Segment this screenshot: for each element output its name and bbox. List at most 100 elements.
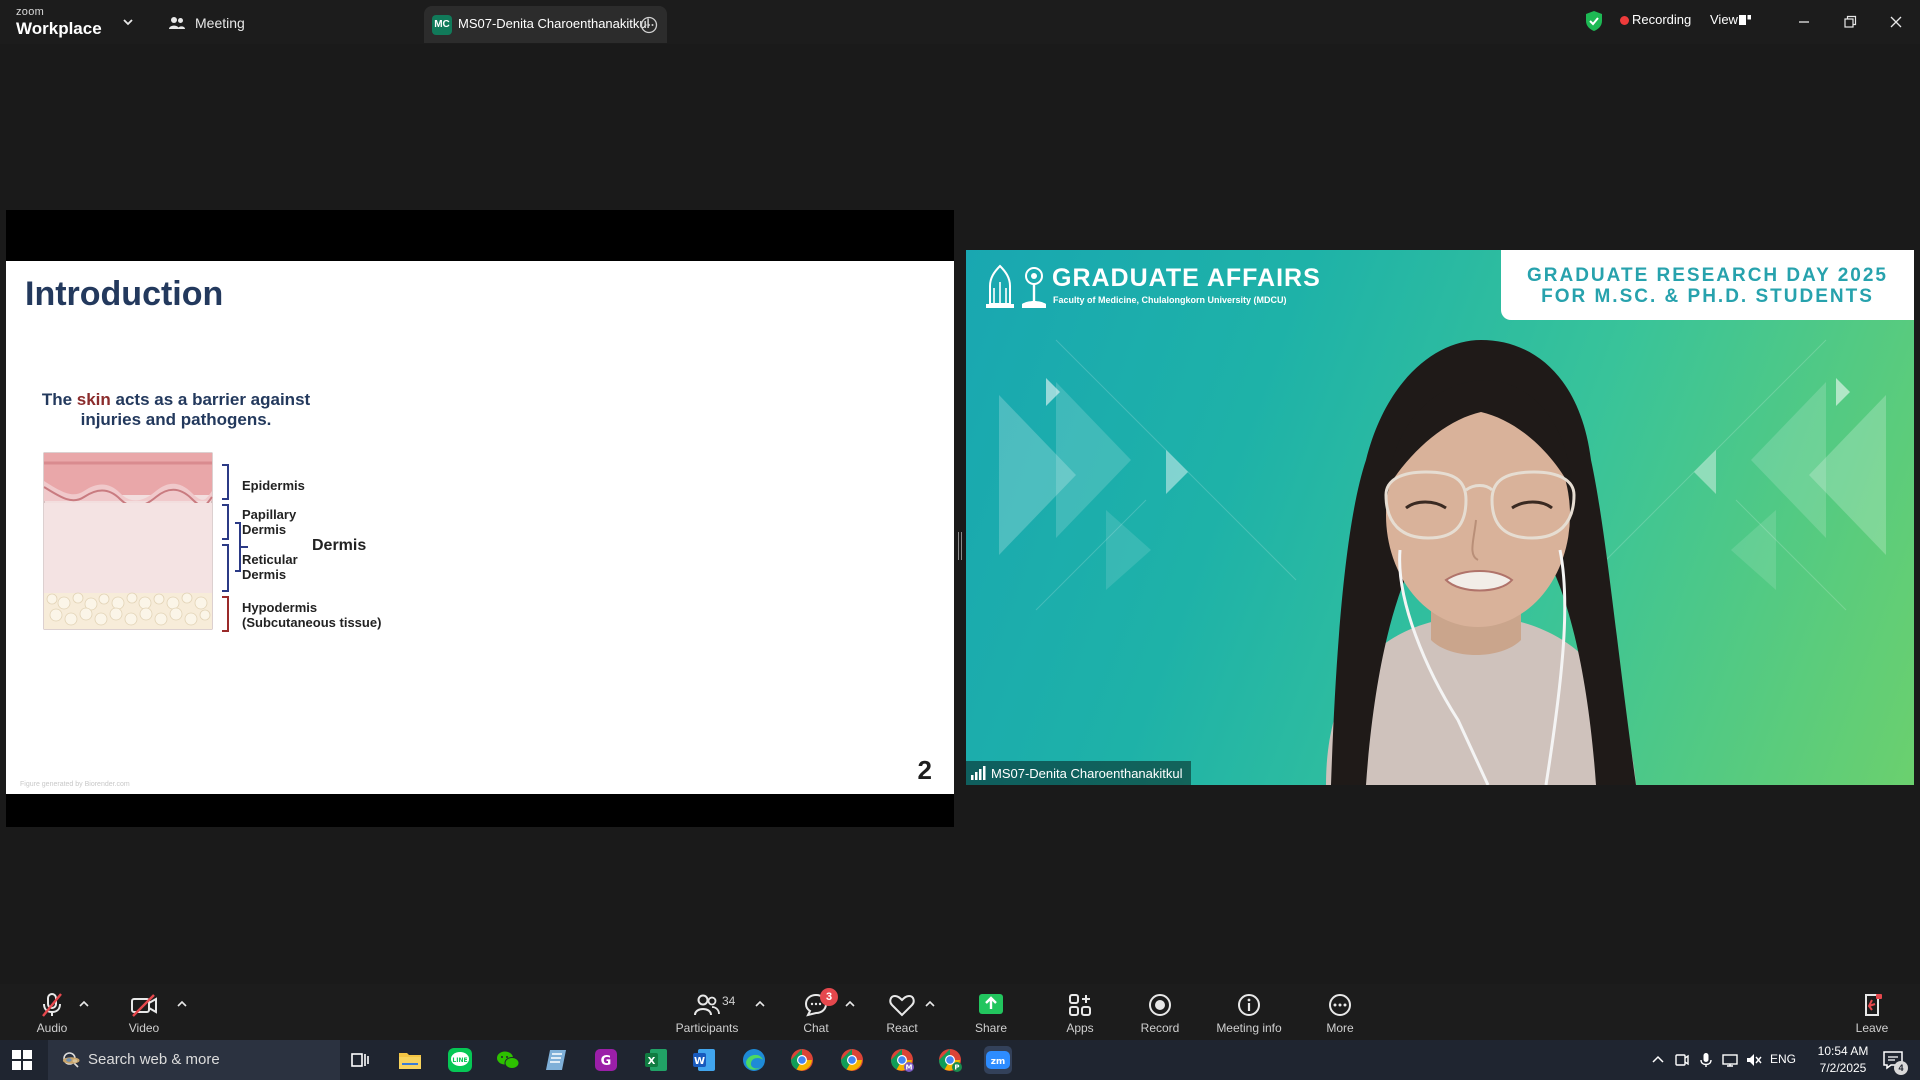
event-title-line2: FOR M.SC. & PH.D. STUDENTS: [1541, 286, 1874, 307]
participant-name: MS07-Denita Charoenthanakitkul: [991, 765, 1183, 781]
participant-name-tag: MS07-Denita Charoenthanakitkul: [966, 761, 1191, 785]
avatar: MC: [432, 15, 452, 35]
svg-text:LINE: LINE: [452, 1057, 467, 1064]
tab-meeting-label: Meeting: [195, 15, 245, 31]
chat-options-caret-icon[interactable]: [844, 998, 856, 1010]
caption-highlight: skin: [76, 390, 111, 409]
event-title-line1: GRADUATE RESEARCH DAY 2025: [1526, 265, 1888, 286]
chrome-profile-m-icon[interactable]: M: [888, 1046, 916, 1074]
apps-label: Apps: [1066, 1021, 1094, 1035]
network-icon[interactable]: [1722, 1052, 1738, 1068]
participants-button[interactable]: Participants: [672, 984, 742, 1040]
audio-options-caret-icon[interactable]: [78, 998, 90, 1010]
react-heart-icon: [889, 994, 915, 1017]
slide-credit: Figure generated by Biorender.com: [20, 781, 130, 788]
participants-icon: [694, 994, 720, 1016]
more-options-icon[interactable]: [640, 16, 658, 34]
wechat-icon[interactable]: [494, 1046, 522, 1074]
presentation-slide: Introduction The skin acts as a barrier …: [6, 261, 954, 794]
close-icon[interactable]: [1884, 10, 1908, 34]
apps-button[interactable]: Apps: [1060, 984, 1100, 1040]
label-reticular-1: Reticular: [242, 552, 298, 567]
chrome-profile-icon[interactable]: [838, 1046, 866, 1074]
svg-text:G: G: [601, 1054, 612, 1069]
view-grid-icon[interactable]: [1738, 13, 1752, 27]
chrome-icon[interactable]: [788, 1046, 816, 1074]
svg-text:W: W: [694, 1056, 705, 1067]
encryption-shield-icon[interactable]: [1584, 10, 1604, 32]
word-icon[interactable]: W: [690, 1046, 718, 1074]
meeting-stage: Introduction The skin acts as a barrier …: [0, 44, 1920, 984]
microphone-in-use-icon[interactable]: [1698, 1052, 1714, 1068]
zoom-app-icon[interactable]: zm: [984, 1046, 1012, 1074]
clock-time[interactable]: 10:54 AM: [1808, 1044, 1878, 1058]
minimize-icon[interactable]: [1792, 10, 1816, 34]
tab-active-meeting[interactable]: MC MS07-Denita Charoenthanakitkul: [424, 6, 667, 43]
more-label: More: [1326, 1021, 1354, 1035]
medicine-faculty-emblem-icon: [1022, 267, 1046, 308]
meeting-controls: Audio Video Participants 34 Chat 3 React…: [0, 984, 1920, 1040]
windows-start-icon[interactable]: [12, 1050, 32, 1070]
meeting-info-button[interactable]: Meeting info: [1212, 984, 1286, 1040]
input-language-indicator[interactable]: ENG: [1770, 1052, 1796, 1066]
tab-active-title: MS07-Denita Charoenthanakitkul: [458, 16, 650, 31]
excel-icon[interactable]: X: [642, 1046, 670, 1074]
participants-options-caret-icon[interactable]: [754, 998, 766, 1010]
participants-label: Participants: [675, 1021, 739, 1035]
speaker-image: [1326, 340, 1636, 785]
task-view-icon[interactable]: [346, 1046, 374, 1074]
restore-icon[interactable]: [1838, 10, 1862, 34]
svg-text:M: M: [906, 1064, 913, 1072]
chevron-down-icon[interactable]: [120, 14, 136, 30]
leave-label: Leave: [1855, 1021, 1889, 1035]
meet-now-icon[interactable]: [1674, 1052, 1690, 1068]
record-button[interactable]: Record: [1138, 984, 1182, 1040]
video-options-caret-icon[interactable]: [176, 998, 188, 1010]
edge-browser-icon[interactable]: [740, 1046, 768, 1074]
chulalongkorn-emblem-icon: [986, 264, 1014, 308]
brand-small-text: zoom: [16, 6, 45, 18]
audio-button[interactable]: Audio: [32, 984, 72, 1040]
split-view-resize-handle[interactable]: [957, 532, 963, 560]
windows-taskbar: Search web & more LINE G X W M P zm ENG …: [0, 1040, 1920, 1080]
info-icon: [1238, 994, 1260, 1016]
notification-count-badge: 4: [1894, 1061, 1908, 1075]
zoom-workplace-logo[interactable]: zoom Workplace: [16, 6, 126, 40]
audio-label: Audio: [36, 1021, 68, 1035]
share-screen-icon: [979, 994, 1003, 1014]
label-papillary-1: Papillary: [242, 507, 297, 522]
react-button[interactable]: React: [880, 984, 924, 1040]
chat-unread-badge: 3: [820, 988, 838, 1006]
file-explorer-icon[interactable]: [396, 1046, 424, 1074]
record-icon: [1149, 994, 1171, 1016]
line-app-icon[interactable]: LINE: [446, 1046, 474, 1074]
react-options-caret-icon[interactable]: [924, 998, 936, 1010]
chat-label: Chat: [803, 1021, 829, 1035]
leave-button[interactable]: Leave: [1852, 984, 1892, 1040]
brand-big-text: Workplace: [16, 19, 102, 38]
graduate-affairs-title: GRADUATE AFFAIRS: [1052, 264, 1321, 292]
show-hidden-icons-icon[interactable]: [1650, 1052, 1666, 1068]
shared-screen[interactable]: Introduction The skin acts as a barrier …: [6, 210, 954, 827]
participant-video[interactable]: GRADUATE AFFAIRS Faculty of Medicine, Ch…: [966, 250, 1914, 785]
label-hypodermis-1: Hypodermis: [242, 600, 318, 615]
notes-app-icon[interactable]: [544, 1046, 572, 1074]
clock-date[interactable]: 7/2/2025: [1808, 1061, 1878, 1075]
more-button[interactable]: More: [1320, 984, 1360, 1040]
camera-off-icon: [131, 994, 157, 1017]
video-button[interactable]: Video: [124, 984, 164, 1040]
taskbar-search-box[interactable]: Search web & more: [48, 1040, 340, 1080]
meeting-info-label: Meeting info: [1216, 1021, 1282, 1035]
view-button[interactable]: View: [1710, 12, 1738, 27]
volume-muted-icon[interactable]: [1746, 1052, 1762, 1068]
chrome-profile-p-icon[interactable]: P: [936, 1046, 964, 1074]
svg-text:X: X: [648, 1056, 656, 1067]
participants-count: 34: [722, 994, 736, 1008]
share-button[interactable]: Share: [970, 984, 1012, 1040]
pdf-app-icon[interactable]: G: [592, 1046, 620, 1074]
microphone-muted-icon: [42, 993, 62, 1017]
recording-indicator[interactable]: Recording: [1632, 12, 1691, 27]
apps-icon: [1069, 994, 1091, 1016]
tab-meeting[interactable]: Meeting: [168, 10, 245, 36]
react-label: React: [886, 1021, 918, 1035]
